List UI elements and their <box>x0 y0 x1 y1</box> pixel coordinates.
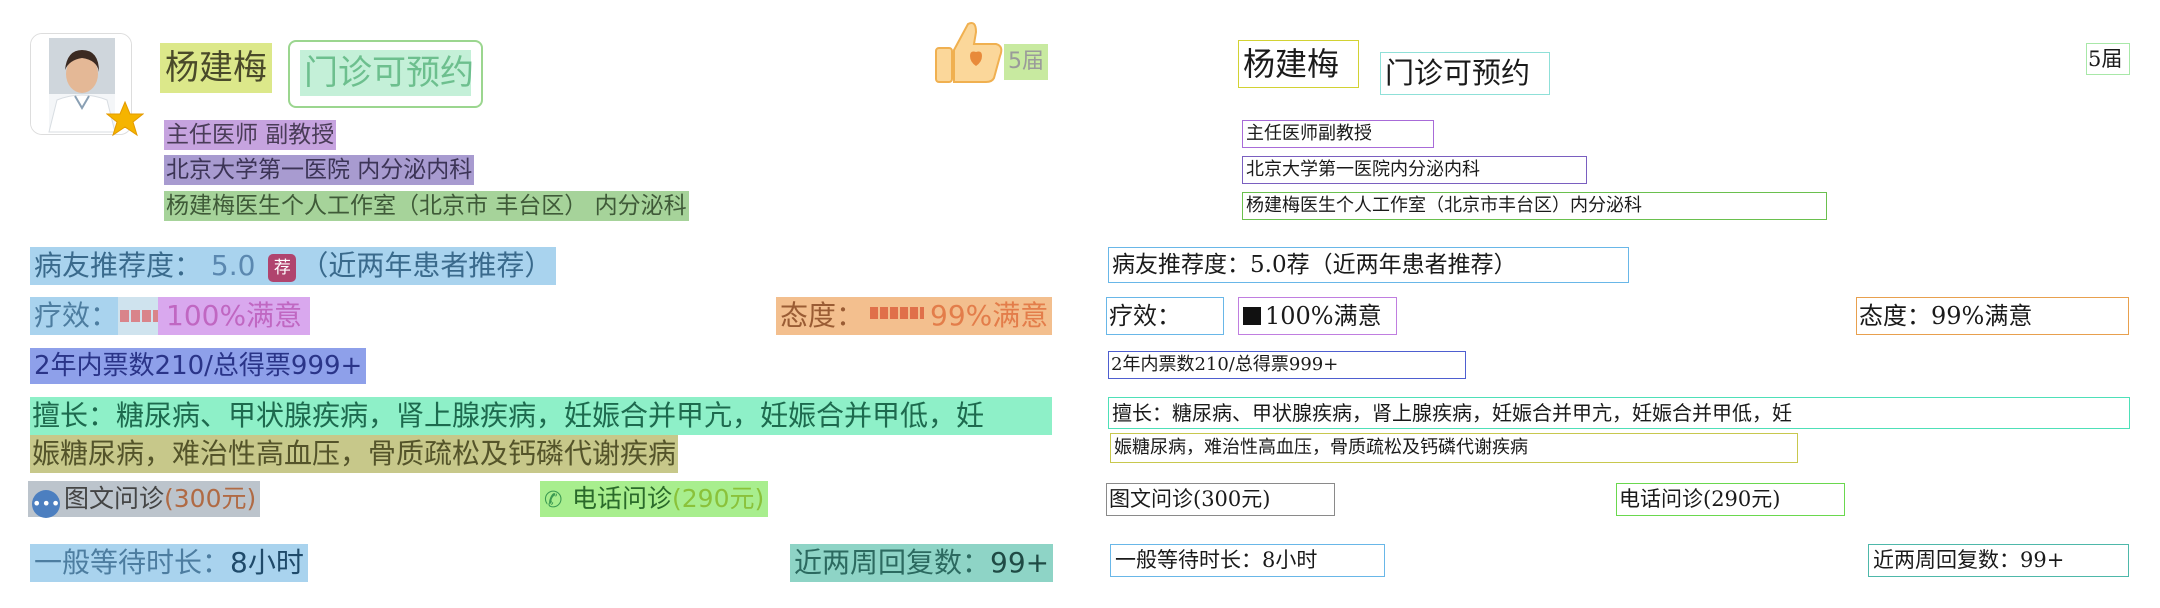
wait-time: 一般等待时长：8小时 <box>30 544 308 582</box>
recommendation-note: （近两年患者推荐） <box>300 249 553 282</box>
wf-votes: 2年内票数210/总得票999+ <box>1108 351 1466 379</box>
wf-specialty-line-1: 擅长：糖尿病、甲状腺疾病，肾上腺疾病，妊娠合并甲亢，妊娠合并甲低，妊 <box>1108 397 2130 429</box>
wait-label: 一般等待时长： <box>34 546 231 579</box>
recommendation-label: 病友推荐度： <box>34 249 203 282</box>
practice-terms: 5届 <box>1004 44 1048 80</box>
wait-value: 8小时 <box>230 546 304 579</box>
wf-wait-time: 一般等待时长：8小时 <box>1110 544 1385 577</box>
image-text-price: (300元) <box>164 484 257 513</box>
wf-phone-consult[interactable]: 电话问诊(290元) <box>1616 483 1845 516</box>
attitude-value: 99%满意 <box>930 299 1049 332</box>
recommendation-row: 病友推荐度： 5.0 荐（近两年患者推荐） <box>30 247 557 285</box>
reply-count: 近两周回复数：99+ <box>790 544 1054 582</box>
attitude-bars-icon <box>870 307 925 319</box>
wf-efficacy-value: 100%满意 <box>1238 297 1397 335</box>
wf-square-icon <box>1243 307 1261 325</box>
phone-consult-button[interactable]: ✆ 电话问诊(290元) <box>540 481 769 517</box>
reply-label: 近两周回复数： <box>794 546 991 579</box>
attitude-row: 态度： 99%满意 <box>776 297 1053 335</box>
wf-image-text-consult[interactable]: 图文问诊(300元) <box>1106 483 1335 516</box>
wf-specialty-line-2: 娠糖尿病，难治性高血压，骨质疏松及钙磷代谢疾病 <box>1110 433 1798 463</box>
specialty-line-1: 擅长：糖尿病、甲状腺疾病，肾上腺疾病，妊娠合并甲亢，妊娠合并甲低，妊 <box>30 397 1052 435</box>
phone-icon: ✆ <box>544 488 563 513</box>
doctor-hospital[interactable]: 北京大学第一医院 内分泌内科 <box>164 155 475 185</box>
doctor-title: 主任医师 副教授 <box>164 120 337 150</box>
availability-label: 门诊可预约 <box>300 50 474 96</box>
wf-recommendation: 病友推荐度：5.0荐（近两年患者推荐） <box>1108 247 1629 283</box>
wf-efficacy-text: 100%满意 <box>1265 302 1382 330</box>
phone-price: (290元) <box>672 484 765 513</box>
wf-efficacy-label: 疗效： <box>1106 297 1224 335</box>
wf-doctor-name: 杨建梅 <box>1238 40 1359 88</box>
image-text-label: 图文问诊 <box>64 484 165 513</box>
efficacy-value: 100%满意 <box>158 297 311 335</box>
wf-reply-count: 近两周回复数：99+ <box>1868 544 2129 577</box>
wf-title: 主任医师副教授 <box>1242 120 1434 148</box>
wf-attitude: 态度：99%满意 <box>1856 297 2129 335</box>
chat-bubble-icon: ••• <box>32 490 60 518</box>
vote-count: 2年内票数210/总得票999+ <box>30 348 367 384</box>
wf-availability[interactable]: 门诊可预约 <box>1380 52 1550 95</box>
efficacy-label: 疗效： <box>30 297 123 335</box>
doctor-name: 杨建梅 <box>160 43 272 93</box>
specialty-line-2: 娠糖尿病，难治性高血压，骨质疏松及钙磷代谢疾病 <box>30 435 679 473</box>
phone-label: 电话问诊 <box>572 484 673 513</box>
availability-badge[interactable]: 门诊可预约 <box>288 40 483 108</box>
wf-studio[interactable]: 杨建梅医生个人工作室（北京市丰台区）内分泌科 <box>1242 192 1827 220</box>
wf-terms: 5届 <box>2086 43 2130 75</box>
recommend-tag: 荐 <box>268 254 297 282</box>
recommendation-score: 5.0 <box>210 249 256 282</box>
thumbs-up-icon[interactable] <box>934 18 1006 86</box>
reply-value: 99+ <box>990 546 1050 579</box>
doctor-studio[interactable]: 杨建梅医生个人工作室（北京市 丰台区） 内分泌科 <box>164 191 689 221</box>
image-text-consult-button[interactable]: ••• 图文问诊(300元) <box>28 481 261 518</box>
wf-hospital[interactable]: 北京大学第一医院内分泌内科 <box>1242 156 1587 184</box>
star-icon <box>106 100 144 137</box>
attitude-label: 态度： <box>780 299 865 332</box>
